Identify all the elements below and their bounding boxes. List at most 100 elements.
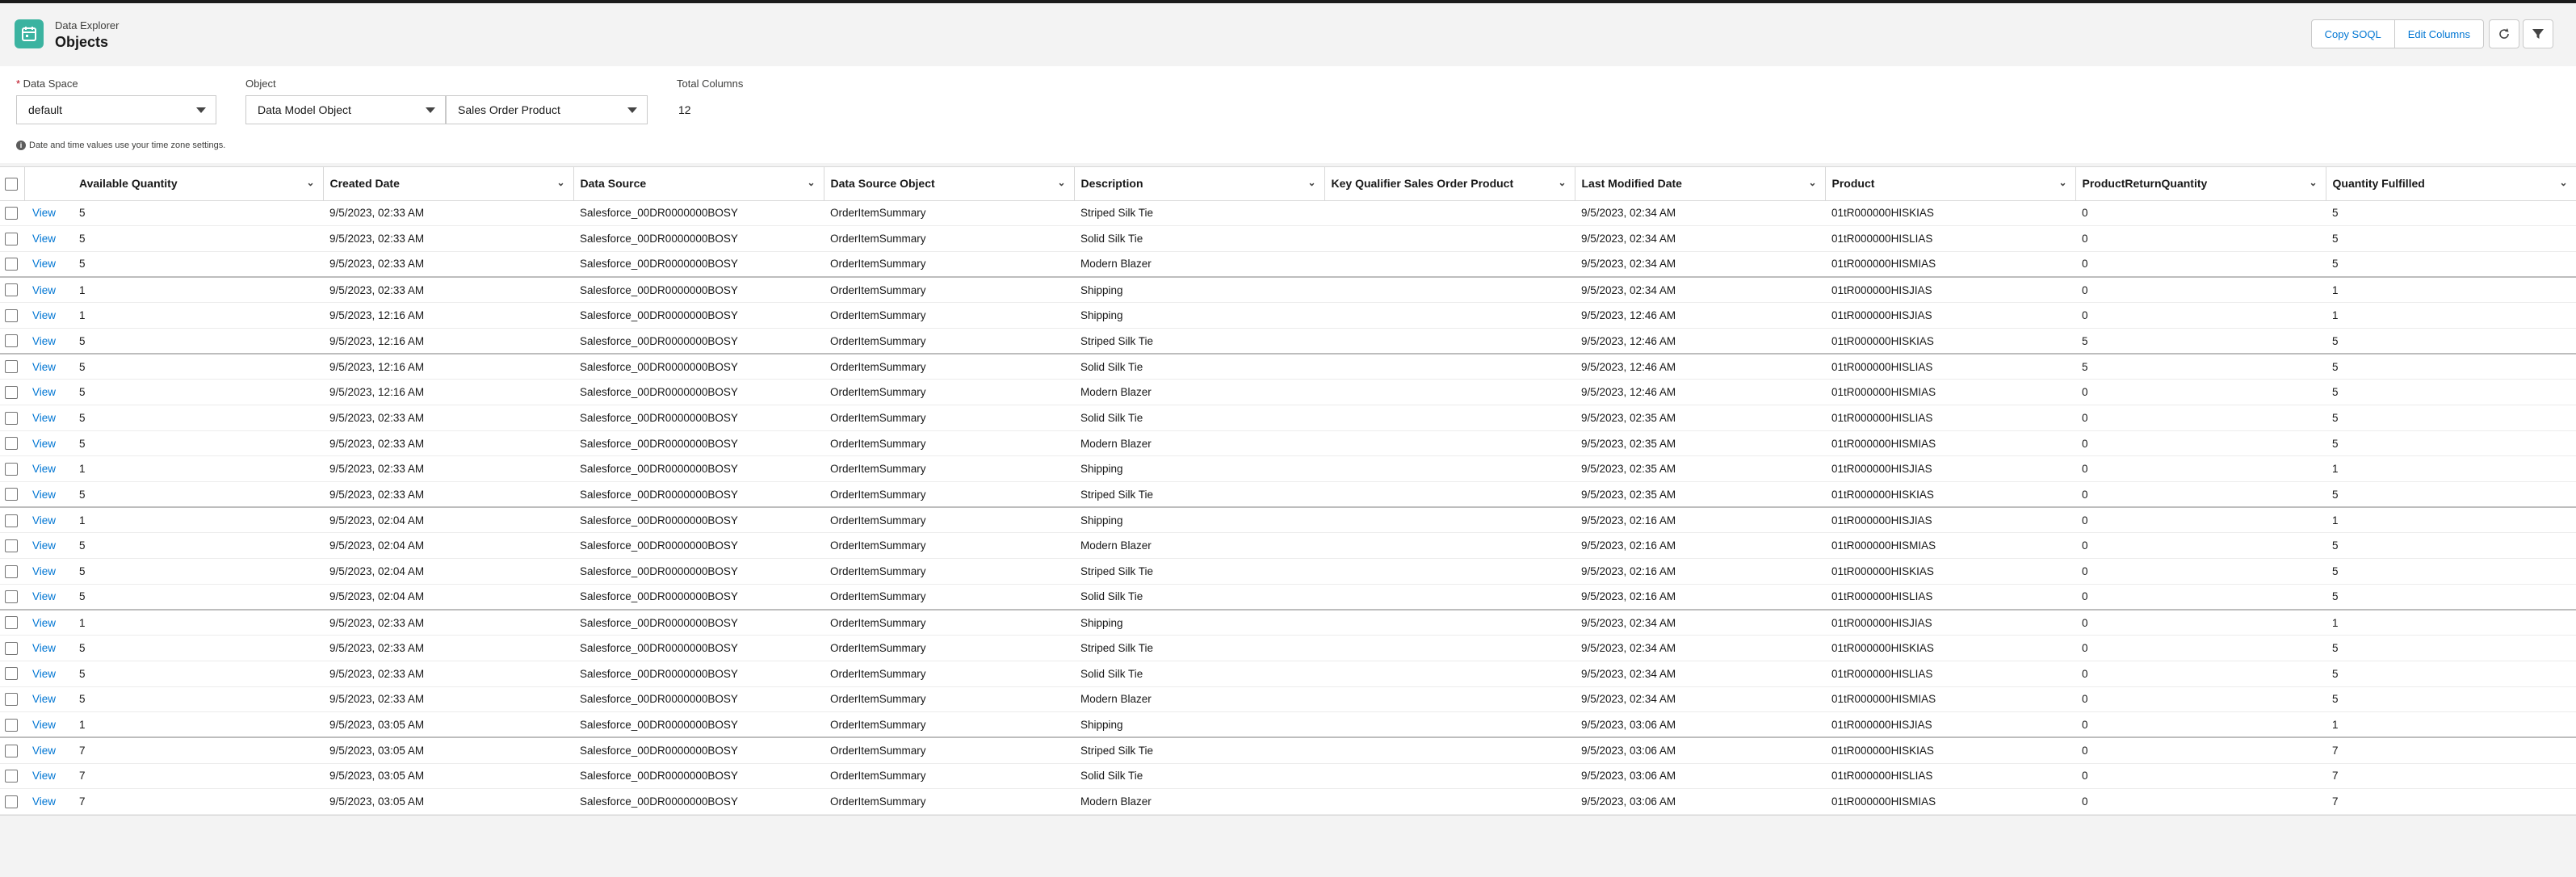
- row-checkbox[interactable]: [5, 258, 18, 271]
- column-header[interactable]: Product ⌄: [1825, 167, 2076, 201]
- chevron-down-icon[interactable]: ⌄: [1558, 177, 1566, 188]
- column-header[interactable]: Data Source ⌄: [573, 167, 824, 201]
- filter-button[interactable]: [2523, 19, 2553, 48]
- chevron-down-icon[interactable]: ⌄: [807, 177, 815, 188]
- table-cell: 0: [2075, 736, 2326, 764]
- row-checkbox[interactable]: [5, 770, 18, 783]
- column-header[interactable]: Description ⌄: [1074, 167, 1325, 201]
- table-cell: OrderItemSummary: [824, 225, 1074, 252]
- view-link[interactable]: View: [24, 481, 73, 508]
- select-all-checkbox[interactable]: [5, 177, 18, 191]
- table-cell: 7: [2326, 788, 2576, 815]
- table-cell: 01tR000000HISKIAS: [1825, 328, 2075, 355]
- row-checkbox[interactable]: [5, 360, 18, 374]
- table-cell: 5: [73, 584, 323, 611]
- row-checkbox[interactable]: [5, 667, 18, 681]
- row-checkbox[interactable]: [5, 539, 18, 552]
- row-checkbox[interactable]: [5, 564, 18, 578]
- column-header[interactable]: Quantity Fulfilled ⌄: [2326, 167, 2576, 201]
- view-link[interactable]: View: [24, 276, 73, 304]
- view-link[interactable]: View: [24, 430, 73, 457]
- view-link[interactable]: View: [24, 736, 73, 764]
- row-checkbox[interactable]: [5, 641, 18, 655]
- view-link[interactable]: View: [24, 506, 73, 534]
- view-link[interactable]: View: [24, 379, 73, 405]
- row-checkbox[interactable]: [5, 744, 18, 757]
- column-header[interactable]: Data Source Object ⌄: [824, 167, 1075, 201]
- table-cell: [1324, 584, 1575, 611]
- row-checkbox[interactable]: [5, 283, 18, 297]
- chevron-down-icon[interactable]: ⌄: [2058, 177, 2066, 188]
- row-checkbox[interactable]: [5, 693, 18, 707]
- table-row: View 1 9/5/2023, 12:16 AM Salesforce_00DR00…: [0, 302, 2576, 329]
- chevron-down-icon[interactable]: ⌄: [2559, 177, 2567, 188]
- row-checkbox[interactable]: [5, 718, 18, 732]
- copy-soql-button[interactable]: Copy SOQL: [2310, 19, 2395, 48]
- column-header[interactable]: Created Date ⌄: [323, 167, 574, 201]
- table-cell: 9/5/2023, 02:35 AM: [1575, 455, 1825, 483]
- chevron-down-icon[interactable]: ⌄: [1057, 177, 1065, 188]
- view-link[interactable]: View: [24, 455, 73, 483]
- chevron-down-icon[interactable]: ⌄: [556, 177, 564, 188]
- view-link[interactable]: View: [24, 353, 73, 380]
- row-checkbox[interactable]: [5, 437, 18, 451]
- view-link[interactable]: View: [24, 609, 73, 636]
- column-header[interactable]: ProductReturnQuantity ⌄: [2075, 167, 2326, 201]
- table-cell: 0: [2075, 430, 2326, 457]
- view-link[interactable]: View: [24, 711, 73, 738]
- object-select[interactable]: Sales Order Product: [446, 95, 648, 124]
- view-link[interactable]: View: [24, 532, 73, 560]
- column-header[interactable]: Last Modified Date ⌄: [1575, 167, 1826, 201]
- row-checkbox[interactable]: [5, 462, 18, 476]
- table-cell: Salesforce_00DR0000000BOSY: [573, 711, 824, 738]
- table-cell: 5: [73, 353, 323, 380]
- row-checkbox[interactable]: [5, 795, 18, 808]
- row-checkbox[interactable]: [5, 385, 18, 399]
- row-checkbox[interactable]: [5, 514, 18, 527]
- table-cell: Salesforce_00DR0000000BOSY: [573, 251, 824, 278]
- table-cell: OrderItemSummary: [824, 405, 1074, 431]
- table-cell: 01tR000000HISKIAS: [1825, 736, 2075, 764]
- chevron-down-icon[interactable]: ⌄: [1808, 177, 1816, 188]
- view-link[interactable]: View: [24, 686, 73, 713]
- view-link[interactable]: View: [24, 788, 73, 815]
- row-checkbox[interactable]: [5, 232, 18, 245]
- row-checkbox[interactable]: [5, 616, 18, 630]
- table-cell: 5: [2075, 353, 2326, 380]
- view-link[interactable]: View: [24, 661, 73, 687]
- table-row: View 5 9/5/2023, 02:04 AM Salesforce_00DR00…: [0, 532, 2576, 560]
- chevron-down-icon: [426, 107, 435, 113]
- refresh-button[interactable]: [2489, 19, 2519, 48]
- table-cell: [1324, 455, 1575, 483]
- row-checkbox[interactable]: [5, 207, 18, 220]
- view-link[interactable]: View: [24, 584, 73, 611]
- chevron-down-icon[interactable]: ⌄: [2309, 177, 2317, 188]
- table-cell: Shipping: [1074, 711, 1324, 738]
- view-link[interactable]: View: [24, 635, 73, 661]
- view-link[interactable]: View: [24, 558, 73, 585]
- row-checkbox[interactable]: [5, 334, 18, 348]
- view-link[interactable]: View: [24, 302, 73, 329]
- view-link[interactable]: View: [24, 405, 73, 431]
- edit-columns-button[interactable]: Edit Columns: [2394, 19, 2484, 48]
- column-header[interactable]: Available Quantity ⌄: [73, 167, 324, 201]
- table-cell: 1: [73, 711, 323, 738]
- table-cell: Salesforce_00DR0000000BOSY: [573, 481, 824, 508]
- view-link[interactable]: View: [24, 225, 73, 252]
- chevron-down-icon[interactable]: ⌄: [1307, 177, 1315, 188]
- view-link[interactable]: View: [24, 200, 73, 227]
- row-checkbox[interactable]: [5, 590, 18, 604]
- view-link[interactable]: View: [24, 251, 73, 278]
- row-select-cell: [0, 379, 24, 405]
- view-link[interactable]: View: [24, 763, 73, 790]
- chevron-down-icon[interactable]: ⌄: [306, 177, 314, 188]
- view-link[interactable]: View: [24, 328, 73, 355]
- row-checkbox[interactable]: [5, 308, 18, 322]
- data-space-select[interactable]: default: [16, 95, 216, 124]
- object-type-select[interactable]: Data Model Object: [245, 95, 446, 124]
- row-checkbox[interactable]: [5, 411, 18, 425]
- row-checkbox[interactable]: [5, 488, 18, 501]
- chevron-down-icon: [627, 107, 637, 113]
- column-header[interactable]: Key Qualifier Sales Order Product ⌄: [1324, 167, 1575, 201]
- table-row: View 5 9/5/2023, 02:33 AM Salesforce_00DR00…: [0, 686, 2576, 713]
